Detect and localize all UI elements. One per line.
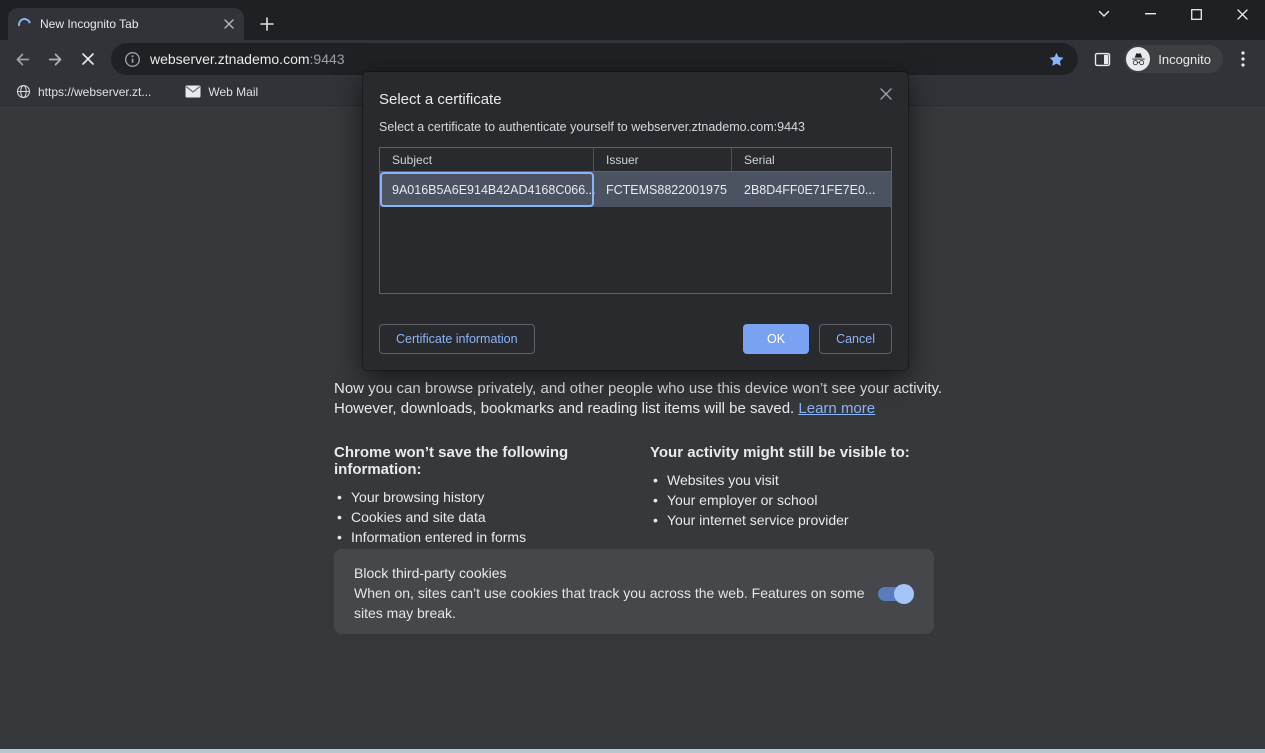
list-item: Information entered in forms	[334, 527, 634, 547]
page-info-icon[interactable]	[123, 50, 141, 68]
bookmark-webserver[interactable]: https://webserver.zt...	[12, 81, 155, 103]
cancel-button[interactable]: Cancel	[819, 324, 892, 354]
window-chevron-icon[interactable]	[1081, 0, 1127, 28]
tab-new-incognito[interactable]: New Incognito Tab	[8, 8, 244, 40]
list-item: Your employer or school	[650, 490, 950, 510]
list-item: Your browsing history	[334, 487, 634, 507]
address-bar[interactable]: webserver.ztnademo.com:9443	[111, 43, 1078, 75]
url-host: webserver.ztnademo.com	[150, 51, 310, 67]
column-header-serial: Serial	[732, 148, 891, 171]
visible-to-heading: Your activity might still be visible to:	[650, 444, 950, 461]
tab-strip: New Incognito Tab	[0, 0, 1265, 40]
certificate-table-header: Subject Issuer Serial	[380, 148, 891, 172]
incognito-label: Incognito	[1158, 52, 1211, 67]
list-item: Websites you visit	[650, 470, 950, 490]
dialog-buttons: Certificate information OK Cancel	[379, 324, 892, 354]
incognito-intro: Now you can browse privately, and other …	[334, 379, 946, 419]
third-party-cookies-card: Block third-party cookies When on, sites…	[334, 549, 934, 634]
side-panel-icon[interactable]	[1088, 45, 1116, 73]
column-header-subject: Subject	[380, 148, 594, 171]
column-header-issuer: Issuer	[594, 148, 732, 171]
globe-icon	[16, 84, 31, 99]
bookmark-star-icon[interactable]	[1046, 49, 1066, 69]
minimize-icon[interactable]	[1127, 0, 1173, 28]
stop-loading-icon[interactable]	[74, 45, 102, 73]
certificate-information-button[interactable]: Certificate information	[379, 324, 535, 354]
learn-more-link[interactable]: Learn more	[798, 400, 875, 417]
certificate-table: Subject Issuer Serial 9A016B5A6E914B42AD…	[379, 147, 892, 294]
certificate-row-selected[interactable]: 9A016B5A6E914B42AD4168C066... FCTEMS8822…	[380, 172, 891, 207]
cookies-card-description: When on, sites can’t use cookies that tr…	[354, 583, 866, 623]
url-port: :9443	[310, 51, 345, 67]
visible-to-list: Websites you visit Your employer or scho…	[650, 470, 950, 530]
wont-save-heading: Chrome won’t save the following informat…	[334, 444, 634, 478]
back-icon[interactable]	[8, 45, 36, 73]
url-text: webserver.ztnademo.com:9443	[150, 51, 345, 67]
dialog-subtitle: Select a certificate to authenticate you…	[379, 120, 892, 134]
incognito-avatar	[1126, 47, 1150, 71]
window-controls	[1081, 0, 1265, 28]
list-item: Your internet service provider	[650, 510, 950, 530]
visible-to-section: Your activity might still be visible to:…	[650, 444, 950, 530]
incognito-profile-chip[interactable]: Incognito	[1124, 45, 1223, 73]
window-bottom-edge	[0, 749, 1265, 753]
cookies-card-title: Block third-party cookies	[354, 563, 914, 583]
tab-close-icon[interactable]	[220, 15, 238, 33]
new-tab-button[interactable]	[254, 11, 280, 37]
list-item: Cookies and site data	[334, 507, 634, 527]
wont-save-section: Chrome won’t save the following informat…	[334, 444, 634, 547]
cert-serial-cell: 2B8D4FF0E71FE7E0...	[732, 172, 891, 207]
wont-save-list: Your browsing history Cookies and site d…	[334, 487, 634, 547]
cert-issuer-cell: FCTEMS8822001975	[594, 172, 732, 207]
browser-window: New Incognito Tab	[0, 0, 1265, 753]
dialog-close-icon[interactable]	[876, 84, 896, 104]
close-window-icon[interactable]	[1219, 0, 1265, 28]
block-cookies-toggle[interactable]	[878, 587, 912, 601]
forward-icon[interactable]	[41, 45, 69, 73]
maximize-icon[interactable]	[1173, 0, 1219, 28]
mail-icon	[185, 85, 201, 98]
certificate-dialog: Select a certificate Select a certificat…	[363, 72, 908, 370]
bookmark-label: https://webserver.zt...	[38, 85, 151, 99]
dialog-title: Select a certificate	[379, 91, 892, 108]
menu-dots-icon[interactable]	[1229, 45, 1257, 73]
loading-spinner-icon	[16, 15, 34, 33]
tab-title: New Incognito Tab	[40, 17, 220, 31]
ok-button[interactable]: OK	[743, 324, 809, 354]
bookmark-label: Web Mail	[208, 85, 258, 99]
cert-subject-cell[interactable]: 9A016B5A6E914B42AD4168C066...	[380, 172, 594, 207]
bookmark-webmail[interactable]: Web Mail	[181, 81, 262, 103]
toggle-thumb	[894, 584, 914, 604]
